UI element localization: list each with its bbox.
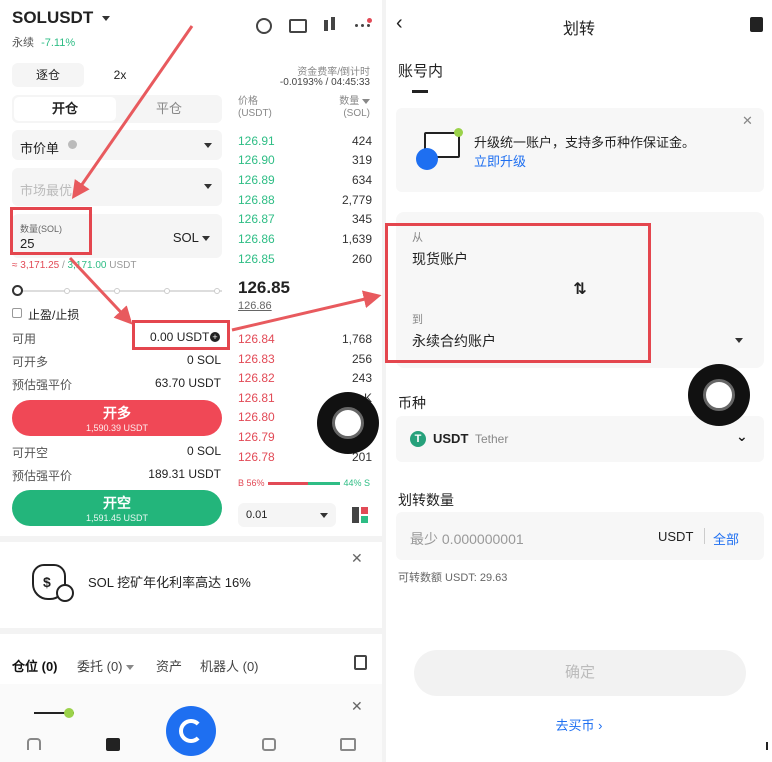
annotation-arrow-3 <box>231 290 382 332</box>
annotation-arrow-1 <box>71 25 194 199</box>
annotation-arrow-2 <box>68 256 133 325</box>
annotation-arrows <box>68 25 382 332</box>
edge-mark <box>766 742 768 750</box>
